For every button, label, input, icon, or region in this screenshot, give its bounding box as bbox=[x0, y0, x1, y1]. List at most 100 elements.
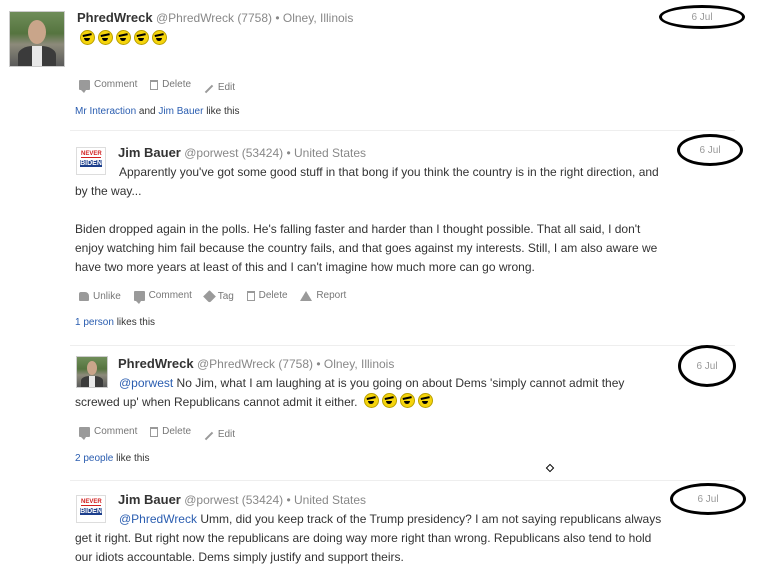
post-3: PhredWreck @PhredWreck (7758) • Olney, I… bbox=[0, 345, 765, 475]
body-text: screwed up' when Republicans cannot admi… bbox=[75, 395, 358, 409]
post-header: PhredWreck @PhredWreck (7758) • Olney, I… bbox=[77, 10, 353, 25]
laughing-emoji-icon bbox=[152, 30, 167, 45]
author-points: (53424) bbox=[241, 146, 284, 160]
post-2: NEVER BIDEN Jim Bauer @porwest (53424) •… bbox=[0, 130, 765, 340]
laughing-emoji-icon bbox=[382, 393, 398, 408]
post-body: Apparently you've got some good stuff in… bbox=[75, 163, 725, 277]
post-date-text[interactable]: 6 Jul bbox=[696, 361, 717, 372]
body-line: have two more years at least of this and… bbox=[75, 260, 535, 274]
mention-link[interactable]: @PhredWreck bbox=[119, 512, 197, 526]
laughing-emoji-icon bbox=[116, 30, 131, 45]
author-name[interactable]: Jim Bauer bbox=[118, 492, 181, 507]
author-points: (7758) bbox=[237, 11, 272, 25]
body-line: screwed up' when Republicans cannot admi… bbox=[75, 393, 675, 412]
likers-link[interactable]: 2 people bbox=[75, 453, 113, 464]
author-points: (53424) bbox=[241, 493, 284, 507]
post-date: 6 Jul bbox=[659, 5, 745, 29]
body-line: Apparently you've got some good stuff in… bbox=[119, 165, 659, 179]
unlike-button[interactable]: Unlike bbox=[79, 291, 121, 302]
comment-label: Comment bbox=[94, 426, 138, 437]
likers-link[interactable]: 1 person bbox=[75, 317, 114, 328]
likes-summary: 2 people like this bbox=[75, 453, 150, 464]
body-text: No Jim, what I am laughing at is you goi… bbox=[176, 376, 625, 390]
unlike-label: Unlike bbox=[93, 290, 121, 302]
trash-icon bbox=[246, 290, 255, 301]
pencil-icon bbox=[204, 84, 214, 93]
divider bbox=[70, 480, 735, 481]
author-location: • Olney, Illinois bbox=[275, 11, 354, 25]
post-date: 6 Jul bbox=[670, 483, 746, 515]
report-label: Report bbox=[316, 290, 347, 301]
delete-button[interactable]: Delete bbox=[150, 79, 191, 90]
comment-label: Comment bbox=[94, 79, 138, 90]
comment-icon bbox=[133, 290, 145, 304]
author-name[interactable]: Jim Bauer bbox=[118, 145, 181, 160]
edit-button[interactable]: Edit bbox=[204, 82, 235, 93]
comment-button[interactable]: Comment bbox=[79, 426, 138, 440]
post-header: Jim Bauer @porwest (53424) • United Stat… bbox=[118, 492, 366, 507]
post-date-text[interactable]: 6 Jul bbox=[691, 12, 712, 23]
report-button[interactable]: Report bbox=[300, 290, 346, 301]
post-actions: Comment Delete Edit bbox=[79, 426, 245, 440]
author-name[interactable]: PhredWreck bbox=[77, 10, 153, 25]
likes-suffix: like this bbox=[206, 106, 240, 117]
liker-link[interactable]: Jim Bauer bbox=[158, 106, 203, 117]
likes-summary: Mr Interaction and Jim Bauer like this bbox=[75, 106, 240, 117]
body-line: get it right. But right now the republic… bbox=[75, 531, 652, 545]
tag-button[interactable]: Tag bbox=[202, 289, 234, 303]
tag-icon bbox=[202, 289, 216, 303]
author-handle[interactable]: @PhredWreck bbox=[197, 357, 275, 371]
comment-button[interactable]: Comment bbox=[79, 79, 138, 93]
liker-link[interactable]: Mr Interaction bbox=[75, 106, 136, 117]
post-date-text[interactable]: 6 Jul bbox=[699, 145, 720, 156]
avatar[interactable] bbox=[9, 11, 65, 67]
likes-summary: 1 person likes this bbox=[75, 317, 155, 328]
divider bbox=[70, 345, 735, 346]
body-line: @PhredWreck Umm, did you keep track of t… bbox=[75, 510, 725, 529]
post-actions: Comment Delete Edit bbox=[79, 79, 245, 93]
tag-label: Tag bbox=[217, 290, 234, 302]
laughing-emoji-icon bbox=[400, 393, 416, 408]
body-text: Umm, did you keep track of the Trump pre… bbox=[200, 512, 662, 526]
laughing-emoji-icon bbox=[80, 30, 95, 45]
post-date: 6 Jul bbox=[677, 134, 743, 166]
author-handle[interactable]: @PhredWreck bbox=[156, 11, 234, 25]
likes-conjunction: and bbox=[138, 106, 156, 117]
delete-button[interactable]: Delete bbox=[150, 426, 191, 437]
body-line: our idiots accountable. Dems simply just… bbox=[75, 550, 404, 564]
delete-label: Delete bbox=[258, 290, 288, 301]
delete-label: Delete bbox=[162, 426, 192, 437]
author-points: (7758) bbox=[278, 357, 313, 371]
post-header: PhredWreck @PhredWreck (7758) • Olney, I… bbox=[118, 356, 394, 371]
comment-icon bbox=[79, 426, 90, 440]
post-4: NEVER BIDEN Jim Bauer @porwest (53424) •… bbox=[0, 480, 765, 564]
divider bbox=[70, 130, 735, 131]
delete-label: Delete bbox=[162, 79, 192, 90]
post-body: @porwest No Jim, what I am laughing at i… bbox=[75, 374, 675, 412]
warning-icon bbox=[300, 290, 313, 301]
author-handle[interactable]: @porwest bbox=[184, 493, 238, 507]
author-location: • United States bbox=[286, 493, 367, 507]
comment-button[interactable]: Comment bbox=[133, 290, 192, 304]
laughing-emoji-icon bbox=[418, 393, 434, 408]
laughing-emoji-icon bbox=[134, 30, 149, 45]
delete-button[interactable]: Delete bbox=[246, 290, 288, 301]
author-name[interactable]: PhredWreck bbox=[118, 356, 194, 371]
edit-button[interactable]: Edit bbox=[204, 429, 235, 440]
post-actions: Unlike Comment Tag Delete Report bbox=[79, 289, 356, 304]
body-line: by the way... bbox=[75, 184, 142, 198]
post-date-text[interactable]: 6 Jul bbox=[697, 494, 718, 505]
laughing-emoji-icon bbox=[364, 393, 380, 408]
laughing-emoji-icon bbox=[98, 30, 113, 45]
avatar-sign-top: NEVER bbox=[81, 151, 102, 158]
author-handle[interactable]: @porwest bbox=[184, 146, 238, 160]
trash-icon bbox=[150, 426, 159, 437]
avatar-sign-top: NEVER bbox=[81, 499, 102, 506]
edit-label: Edit bbox=[217, 428, 236, 440]
post-body bbox=[80, 30, 170, 49]
mention-link[interactable]: @porwest bbox=[119, 376, 173, 390]
body-line: Biden dropped again in the polls. He's f… bbox=[75, 222, 641, 236]
edit-label: Edit bbox=[217, 81, 236, 93]
author-location: • United States bbox=[286, 146, 367, 160]
thumbs-up-icon bbox=[79, 291, 89, 301]
